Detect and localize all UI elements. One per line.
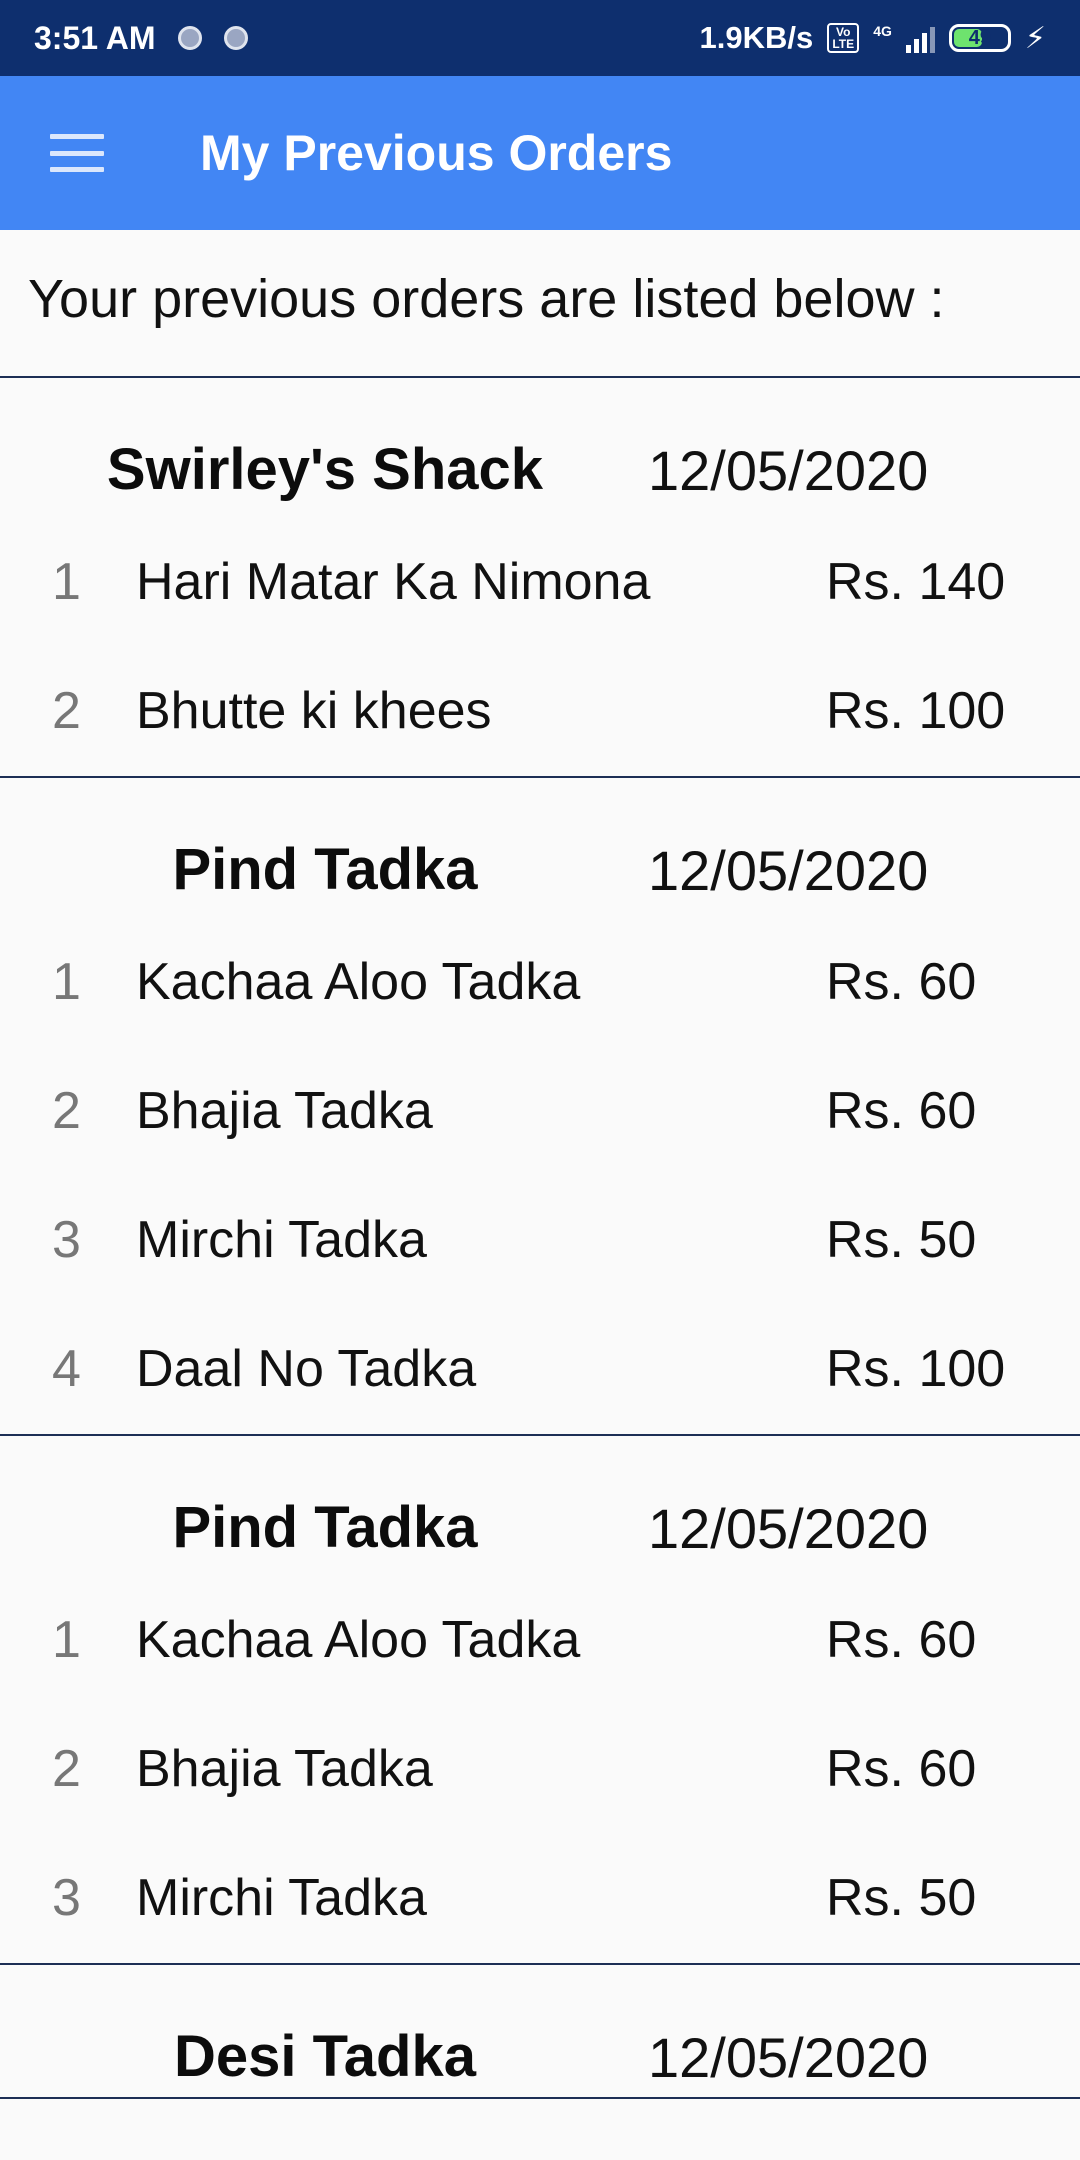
notification-dot-icon (177, 26, 202, 50)
item-number: 3 (52, 1211, 81, 1269)
restaurant-name: Desi Tadka (174, 2024, 476, 2089)
order-header: Pind Tadka 12/05/2020 (0, 1436, 1080, 1564)
order-items: 1 Kachaa Aloo Tadka Rs. 60 2 Bhajia Tadka Rs.… (0, 1564, 1080, 1963)
restaurant-name: Pind Tadka (172, 1495, 478, 1560)
order-item-row: 3 Mirchi Tadka Rs. 50 (0, 1168, 1080, 1297)
hamburger-menu-icon[interactable] (50, 134, 104, 172)
battery-icon: 49 (948, 24, 1011, 52)
status-bar: 3:51 AM 1.9KB/s Vo LTE 4G 49 ⚡ (0, 0, 1080, 76)
item-number: 2 (52, 1082, 81, 1140)
item-price: Rs. 100 (826, 1340, 1006, 1398)
order-header: Desi Tadka 12/05/2020 (0, 1965, 1080, 2093)
item-price: Rs. 60 (826, 953, 977, 1011)
order-items: 1 Hari Matar Ka Nimona Rs. 140 2 Bhutte ki k… (0, 506, 1080, 776)
status-time: 3:51 AM (34, 19, 156, 56)
order-items: 1 Kachaa Aloo Tadka Rs. 60 2 Bhajia Tadka Rs.… (0, 906, 1080, 1434)
notification-dot-icon (223, 26, 248, 50)
order-date: 12/05/2020 (648, 1497, 929, 1560)
item-number: 4 (52, 1340, 81, 1398)
item-name: Bhajia Tadka (136, 1740, 433, 1798)
item-price: Rs. 60 (826, 1611, 977, 1669)
charging-bolt-icon: ⚡ (1024, 21, 1046, 55)
order-item-row: 1 Kachaa Aloo Tadka Rs. 60 (0, 910, 1080, 1039)
volte-icon: Vo LTE (827, 23, 860, 53)
item-name: Bhajia Tadka (136, 1082, 433, 1140)
order-item-row: 2 Bhajia Tadka Rs. 60 (0, 1697, 1080, 1826)
item-price: Rs. 50 (826, 1869, 977, 1927)
order-card[interactable]: Swirley's Shack 12/05/2020 1 Hari Matar Ka … (0, 378, 1080, 778)
item-number: 2 (52, 682, 81, 740)
item-name: Kachaa Aloo Tadka (136, 953, 581, 1011)
battery-level: 49 (968, 26, 992, 49)
order-item-row: 4 Daal No Tadka Rs. 100 (0, 1297, 1080, 1426)
order-item-row: 2 Bhutte ki khees Rs. 100 (0, 639, 1080, 768)
item-name: Mirchi Tadka (136, 1869, 427, 1927)
order-date: 12/05/2020 (648, 439, 929, 502)
order-items (0, 2093, 1080, 2097)
status-right: 1.9KB/s Vo LTE 4G 49 ⚡ (700, 20, 1047, 56)
item-number: 1 (52, 953, 81, 1011)
order-card[interactable]: Pind Tadka 12/05/2020 1 Kachaa Aloo Tadka Rs… (0, 778, 1080, 1436)
network-type: 4G (873, 23, 892, 39)
order-item-row: 3 Mirchi Tadka Rs. 50 (0, 1826, 1080, 1955)
item-number: 3 (52, 1869, 81, 1927)
order-date: 12/05/2020 (648, 839, 929, 902)
intro-text: Your previous orders are listed below : (28, 269, 945, 329)
order-item-row: 1 Kachaa Aloo Tadka Rs. 60 (0, 1568, 1080, 1697)
signal-icon (905, 23, 935, 53)
restaurant-name: Swirley's Shack (106, 437, 544, 502)
page-title: My Previous Orders (200, 125, 673, 181)
order-card[interactable]: Pind Tadka 12/05/2020 1 Kachaa Aloo Tadka Rs… (0, 1436, 1080, 1965)
item-name: Bhutte ki khees (136, 682, 492, 740)
orders-list[interactable]: Swirley's Shack 12/05/2020 1 Hari Matar Ka … (0, 378, 1080, 2099)
item-name: Kachaa Aloo Tadka (136, 1611, 581, 1669)
item-price: Rs. 50 (826, 1211, 977, 1269)
item-number: 1 (52, 553, 81, 611)
item-price: Rs. 60 (826, 1740, 977, 1798)
item-name: Daal No Tadka (136, 1340, 477, 1398)
app-bar: My Previous Orders (0, 76, 1080, 230)
item-name: Hari Matar Ka Nimona (136, 553, 651, 611)
order-date: 12/05/2020 (648, 2026, 929, 2089)
previous-orders-screen: 3:51 AM 1.9KB/s Vo LTE 4G 49 ⚡ My Previo… (0, 0, 1080, 2160)
network-speed: 1.9KB/s (699, 20, 814, 55)
item-price: Rs. 140 (826, 553, 1006, 611)
order-item-row: 1 Hari Matar Ka Nimona Rs. 140 (0, 510, 1080, 639)
order-header: Swirley's Shack 12/05/2020 (0, 378, 1080, 506)
status-left: 3:51 AM (34, 20, 248, 57)
order-card[interactable]: Desi Tadka 12/05/2020 (0, 1965, 1080, 2099)
item-number: 2 (52, 1740, 81, 1798)
item-name: Mirchi Tadka (136, 1211, 427, 1269)
item-price: Rs. 60 (826, 1082, 977, 1140)
order-header: Pind Tadka 12/05/2020 (0, 778, 1080, 906)
order-item-row: 2 Bhajia Tadka Rs. 60 (0, 1039, 1080, 1168)
item-number: 1 (52, 1611, 81, 1669)
item-price: Rs. 100 (826, 682, 1006, 740)
restaurant-name: Pind Tadka (172, 837, 478, 902)
